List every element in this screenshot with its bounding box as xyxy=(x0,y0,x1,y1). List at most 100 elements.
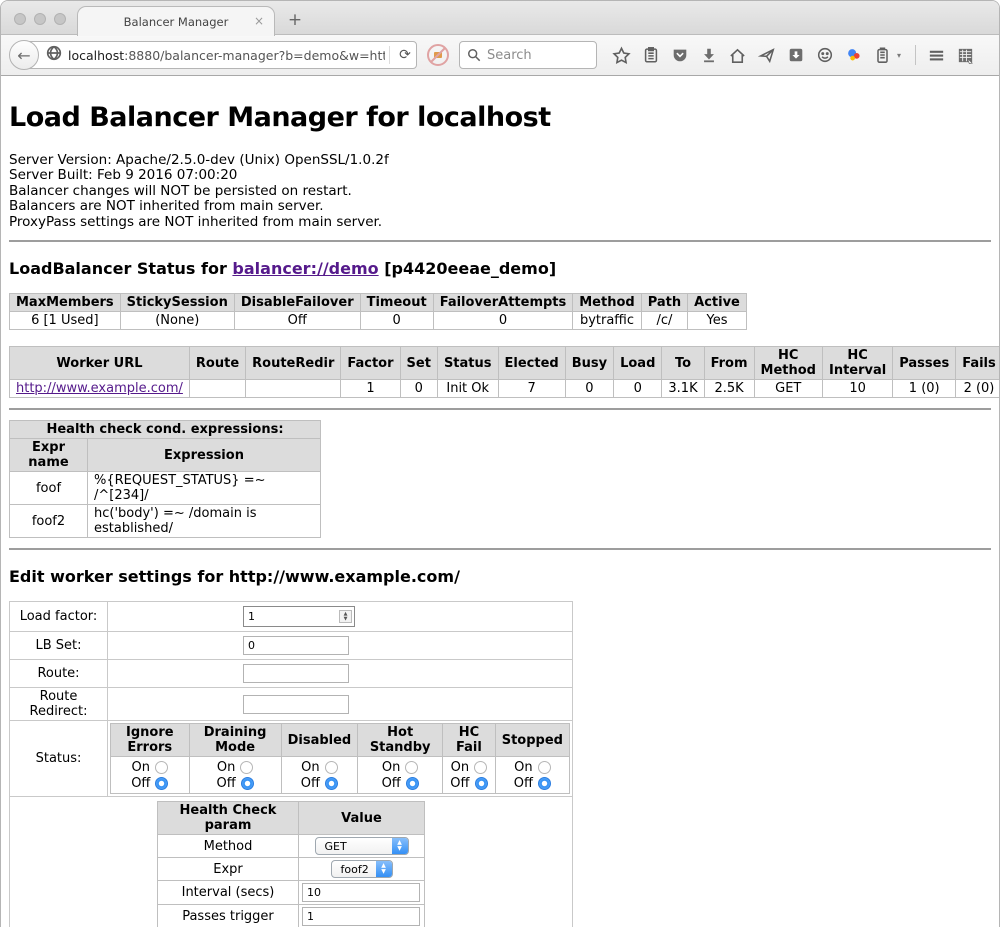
container-tab-icon[interactable] xyxy=(868,41,897,69)
route-redirect-input[interactable] xyxy=(243,695,349,714)
heading-suffix: [p4420eeae_demo] xyxy=(379,259,557,278)
hc-fail-on-radio[interactable] xyxy=(474,761,487,774)
page-title: Load Balancer Manager for localhost xyxy=(9,102,991,133)
url-text[interactable]: localhost:8880/balancer-manager?b=demo&w… xyxy=(68,48,385,63)
lb-set-input[interactable] xyxy=(243,636,349,655)
url-host: localhost xyxy=(68,48,124,63)
hc-fail-off-radio[interactable] xyxy=(475,777,488,790)
load-factor-input[interactable] xyxy=(244,607,337,626)
method-selected-value: GET xyxy=(316,840,392,853)
menu-hamburger-icon[interactable] xyxy=(922,41,951,69)
route-input[interactable] xyxy=(243,664,349,683)
off-label: Off xyxy=(301,776,320,791)
bookmark-star-icon[interactable] xyxy=(607,41,636,69)
off-label: Off xyxy=(216,776,235,791)
passes-input[interactable] xyxy=(302,907,420,926)
col-hc-value: Value xyxy=(299,802,425,835)
col-active: Active xyxy=(688,294,747,312)
panel-download-icon[interactable] xyxy=(781,41,810,69)
worker-row: http://www.example.com/ 1 0 Init Ok 7 0 … xyxy=(10,380,1000,398)
zoom-window-button[interactable] xyxy=(54,13,66,25)
col-passes: Passes xyxy=(893,347,956,380)
disabled-off-radio[interactable] xyxy=(325,777,338,790)
number-spinner-icon[interactable]: ▲▼ xyxy=(339,610,352,623)
method-select[interactable]: GET ▲▼ xyxy=(315,837,409,855)
off-label: Off xyxy=(131,776,150,791)
disabled-on-radio[interactable] xyxy=(325,761,338,774)
cell-factor: 1 xyxy=(341,380,400,398)
site-identity-globe-icon[interactable] xyxy=(46,45,62,65)
draining-mode-off-radio[interactable] xyxy=(241,777,254,790)
stopped-off-radio[interactable] xyxy=(538,777,551,790)
expr-select[interactable]: foof2 ▲▼ xyxy=(331,860,393,878)
disabled-radios: On Off xyxy=(281,757,358,794)
status-radio-table: Ignore Errors Draining Mode Disabled Hot… xyxy=(110,723,570,794)
col-routeredir: RouteRedir xyxy=(246,347,341,380)
feedback-smiley-icon[interactable] xyxy=(810,41,839,69)
close-window-button[interactable] xyxy=(14,13,26,25)
col-fails: Fails xyxy=(956,347,1000,380)
ignore-errors-off-radio[interactable] xyxy=(155,777,168,790)
urlbar-divider xyxy=(389,46,390,64)
cell-hc-interval: 10 xyxy=(822,380,892,398)
balancers-notice-line: Balancers are NOT inherited from main se… xyxy=(9,199,991,214)
persist-notice-line: Balancer changes will NOT be persisted o… xyxy=(9,184,991,199)
balancer-demo-link[interactable]: balancer://demo xyxy=(232,259,378,278)
page-content: Load Balancer Manager for localhost Serv… xyxy=(1,76,999,927)
off-label: Off xyxy=(450,776,469,791)
hot-standby-on-radio[interactable] xyxy=(405,761,418,774)
server-built-line: Server Built: Feb 9 2016 07:00:20 xyxy=(9,168,991,183)
col-factor: Factor xyxy=(341,347,400,380)
cell-disablefailover: Off xyxy=(234,312,360,330)
cell-failoverattempts: 0 xyxy=(433,312,573,330)
cell-route xyxy=(189,380,245,398)
col-from: From xyxy=(704,347,754,380)
stopped-on-radio[interactable] xyxy=(538,761,551,774)
divider xyxy=(9,240,991,242)
reading-list-icon[interactable] xyxy=(636,41,665,69)
minimize-window-button[interactable] xyxy=(34,13,46,25)
toolbar-separator xyxy=(915,45,916,65)
search-bar[interactable]: Search xyxy=(459,41,597,69)
back-button[interactable]: ← xyxy=(9,40,39,70)
reload-button[interactable]: ⟳ xyxy=(394,47,416,63)
load-factor-input-wrap: ▲▼ xyxy=(243,606,355,627)
hot-standby-off-radio[interactable] xyxy=(406,777,419,790)
window-controls[interactable] xyxy=(14,13,66,25)
cell-path: /c/ xyxy=(641,312,687,330)
health-check-expressions-table: Health check cond. expressions: Expr nam… xyxy=(9,420,321,538)
tab-close-icon[interactable]: × xyxy=(254,14,264,28)
tab-balancer-manager[interactable]: Balancer Manager × xyxy=(77,6,275,36)
col-ignore-errors: Ignore Errors xyxy=(111,724,190,757)
interval-label: Interval (secs) xyxy=(158,881,299,905)
home-icon[interactable] xyxy=(723,41,752,69)
form-row-health-check: Health Check param Value Method GET ▲▼ xyxy=(10,797,573,927)
cell-stickysession: (None) xyxy=(120,312,234,330)
col-busy: Busy xyxy=(565,347,613,380)
cell-to: 3.1K xyxy=(662,380,704,398)
new-tab-button[interactable]: + xyxy=(284,7,306,33)
col-load: Load xyxy=(614,347,662,380)
colored-dots-extension-icon[interactable] xyxy=(839,41,868,69)
off-label: Off xyxy=(382,776,401,791)
blocker-extension-icon[interactable] xyxy=(426,43,450,67)
worker-url-link[interactable]: http://www.example.com/ xyxy=(16,381,183,396)
notebook-grid-icon[interactable] xyxy=(951,41,980,69)
pocket-icon[interactable] xyxy=(665,41,694,69)
draining-mode-on-radio[interactable] xyxy=(240,761,253,774)
url-bar[interactable]: localhost:8880/balancer-manager?b=demo&w… xyxy=(25,41,417,69)
chevron-down-icon[interactable]: ▾ xyxy=(897,51,909,60)
col-maxmembers: MaxMembers xyxy=(10,294,121,312)
ignore-errors-on-radio[interactable] xyxy=(155,761,168,774)
form-row-load-factor: Load factor: ▲▼ xyxy=(10,602,573,632)
interval-input[interactable] xyxy=(302,883,420,902)
cell-maxmembers: 6 [1 Used] xyxy=(10,312,121,330)
share-icon[interactable] xyxy=(752,41,781,69)
downloads-icon[interactable] xyxy=(694,41,723,69)
col-expression: Expression xyxy=(88,439,321,472)
navigation-toolbar: ← localhost:8880/balancer-manager?b=demo… xyxy=(1,35,999,76)
table-header-row: MaxMembers StickySession DisableFailover… xyxy=(10,294,747,312)
col-hc-fail: HC Fail xyxy=(443,724,496,757)
col-to: To xyxy=(662,347,704,380)
hc-fail-radios: On Off xyxy=(443,757,496,794)
